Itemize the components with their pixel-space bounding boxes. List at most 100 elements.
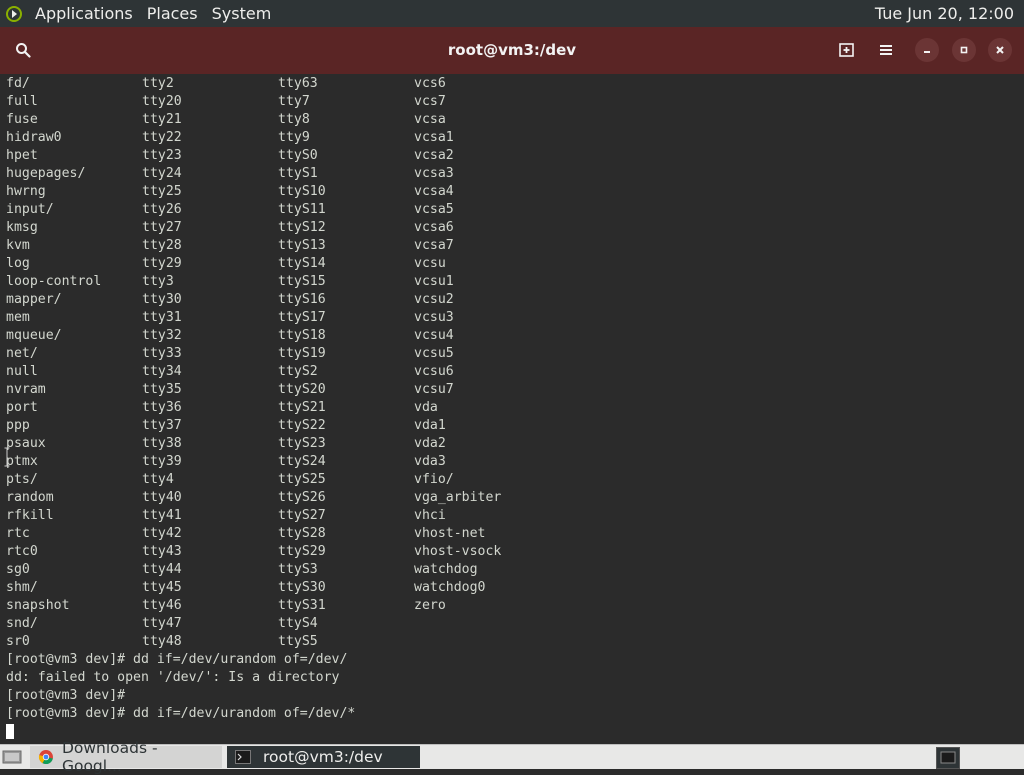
ls-entry: null <box>6 364 38 379</box>
ls-entry: fuse <box>6 112 38 127</box>
hamburger-menu-icon <box>880 45 892 55</box>
ls-entry: shm/ <box>6 580 38 595</box>
ls-entry: port <box>6 400 38 415</box>
ls-entry: watchdog <box>414 562 478 577</box>
ls-entry: ttyS24 <box>278 454 326 469</box>
ls-entry: ttyS26 <box>278 490 326 505</box>
ls-entry: ttyS12 <box>278 220 326 235</box>
taskbar-item-label: root@vm3:/dev <box>263 748 383 766</box>
maximize-icon <box>960 46 968 54</box>
ls-entry: vcsu <box>414 256 446 271</box>
ls-entry: ttyS28 <box>278 526 326 541</box>
ls-entry: vcsa7 <box>414 238 454 253</box>
terminal-line: dd: failed to open '/dev/': Is a directo… <box>6 670 340 685</box>
ls-entry: tty23 <box>142 148 182 163</box>
ls-entry: ttyS31 <box>278 598 326 613</box>
taskbar-item-label: Downloads - Googl... <box>61 739 158 775</box>
chrome-icon <box>38 750 53 765</box>
terminal-line: [root@vm3 dev]# dd if=/dev/urandom of=/d… <box>6 652 348 667</box>
ls-entry: tty36 <box>142 400 182 415</box>
terminal-output[interactable]: fd/tty2 tty63 vcs6 full tty20 tty7 vcs7 fuse tty… <box>0 74 1024 744</box>
ls-entry: vcsa5 <box>414 202 454 217</box>
ls-entry: mem <box>6 310 30 325</box>
ls-entry: tty32 <box>142 328 182 343</box>
taskbar-item-downloads[interactable]: Downloads - Googl... <box>30 739 222 775</box>
ls-entry: vcs6 <box>414 76 446 91</box>
ls-entry: tty42 <box>142 526 182 541</box>
ls-entry: ttyS0 <box>278 148 318 163</box>
system-menu[interactable]: System <box>205 4 279 23</box>
ls-entry: full <box>6 94 38 109</box>
show-desktop-button[interactable] <box>2 748 22 766</box>
terminal-icon <box>235 750 251 764</box>
ls-entry: vcsa6 <box>414 220 454 235</box>
ls-entry: ttyS29 <box>278 544 326 559</box>
ls-entry: vcsu1 <box>414 274 454 289</box>
show-desktop-icon <box>2 750 22 764</box>
places-menu[interactable]: Places <box>140 4 205 23</box>
ls-entry: mapper/ <box>6 292 62 307</box>
ls-entry: ttyS11 <box>278 202 326 217</box>
ls-entry: tty7 <box>278 94 310 109</box>
ls-entry: vda2 <box>414 436 446 451</box>
terminal-headerbar: root@vm3:/dev <box>0 27 1024 74</box>
ls-entry: vcsa <box>414 112 446 127</box>
ls-entry: vhost-vsock <box>414 544 502 559</box>
ls-entry: ttyS17 <box>278 310 326 325</box>
search-button[interactable] <box>10 37 36 63</box>
ls-entry: ttyS14 <box>278 256 326 271</box>
ls-entry: ttyS21 <box>278 400 326 415</box>
ls-entry: tty63 <box>278 76 318 91</box>
clock[interactable]: Tue Jun 20, 12:00 <box>875 4 1014 23</box>
ls-entry: vcsa2 <box>414 148 454 163</box>
ls-entry: hugepages/ <box>6 166 86 181</box>
ls-entry: tty34 <box>142 364 182 379</box>
ls-entry: tty33 <box>142 346 182 361</box>
ls-entry: sg0 <box>6 562 30 577</box>
ls-entry: tty30 <box>142 292 182 307</box>
workspace-switcher[interactable] <box>936 747 960 769</box>
ls-entry: tty2 <box>142 76 174 91</box>
minimize-button[interactable] <box>915 38 939 62</box>
applications-logo-icon[interactable] <box>6 5 22 22</box>
ls-entry: ttyS20 <box>278 382 326 397</box>
ls-entry: tty47 <box>142 616 182 631</box>
ls-entry: vda3 <box>414 454 446 469</box>
ls-entry: tty28 <box>142 238 182 253</box>
ls-entry: hidraw0 <box>6 130 62 145</box>
close-button[interactable] <box>988 38 1012 62</box>
ls-entry: ttyS4 <box>278 616 318 631</box>
ls-entry: tty39 <box>142 454 182 469</box>
ls-entry: ptmx <box>6 454 38 469</box>
ls-entry: tty37 <box>142 418 182 433</box>
maximize-button[interactable] <box>952 38 976 62</box>
ls-entry: ttyS15 <box>278 274 326 289</box>
search-icon <box>16 43 31 58</box>
new-tab-button[interactable] <box>834 37 860 63</box>
menu-button[interactable] <box>873 37 899 63</box>
ls-entry: vfio/ <box>414 472 454 487</box>
ls-entry: log <box>6 256 30 271</box>
ls-entry: tty26 <box>142 202 182 217</box>
ls-entry: kvm <box>6 238 30 253</box>
workspace-terminal-icon <box>940 751 956 764</box>
ls-entry: hpet <box>6 148 38 163</box>
applications-menu[interactable]: Applications <box>28 4 140 23</box>
window-title: root@vm3:/dev <box>447 41 577 59</box>
ls-entry: watchdog0 <box>414 580 486 595</box>
ls-entry: ttyS3 <box>278 562 318 577</box>
close-icon <box>996 46 1004 54</box>
ls-entry: vda <box>414 400 438 415</box>
ls-entry: vcsu2 <box>414 292 454 307</box>
ls-entry: ttyS16 <box>278 292 326 307</box>
taskbar-item-terminal[interactable]: root@vm3:/dev <box>227 746 420 768</box>
ls-entry: net/ <box>6 346 38 361</box>
ls-entry: vhost-net <box>414 526 486 541</box>
ls-entry: ttyS23 <box>278 436 326 451</box>
ls-entry: tty22 <box>142 130 182 145</box>
ls-entry: rtc <box>6 526 30 541</box>
new-tab-icon <box>839 43 854 57</box>
ls-entry: tty38 <box>142 436 182 451</box>
ls-entry: vcsa1 <box>414 130 454 145</box>
ibeam-mouse-cursor-icon <box>4 447 10 467</box>
